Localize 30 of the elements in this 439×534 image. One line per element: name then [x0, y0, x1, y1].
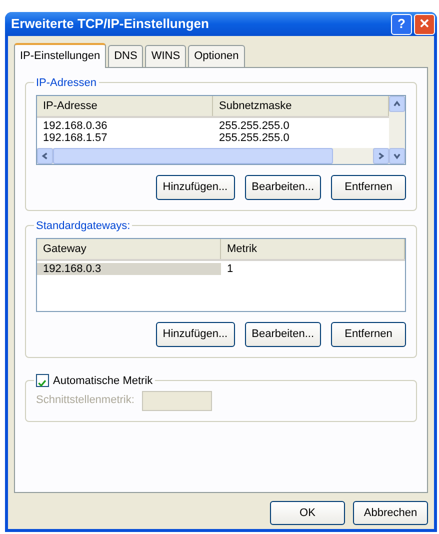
table-cell-text: 192.168.0.36 — [42, 120, 108, 132]
table-cell-text: 255.255.255.0 — [218, 120, 290, 132]
list-view[interactable]: Gateway Metrik 192.168.0.3 1 — [36, 238, 406, 312]
button[interactable]: Hinzufügen... — [156, 322, 235, 346]
table-cell: 192.168.0.3 — [37, 263, 221, 275]
window-title: Erweiterte TCP/IP-Einstellungen — [11, 15, 210, 34]
column-header[interactable]: Gateway — [37, 238, 221, 259]
button[interactable]: Entfernen — [331, 322, 406, 346]
tab[interactable]: Optionen — [188, 45, 245, 66]
button[interactable]: Abbrechen — [353, 500, 428, 525]
button[interactable]: Entfernen — [331, 175, 406, 200]
help-button[interactable]: ? — [391, 14, 412, 34]
button[interactable]: Bearbeiten... — [244, 322, 321, 346]
table-cell-text: 1 — [226, 263, 234, 275]
button[interactable]: OK — [270, 500, 345, 525]
close-button[interactable]: ✕ — [414, 14, 435, 34]
tab[interactable]: IP-Einstellungen — [14, 43, 106, 68]
tab[interactable]: DNS — [108, 45, 144, 66]
table-cell-text: 192.168.1.57 — [42, 132, 108, 144]
tab[interactable]: WINS — [145, 45, 186, 66]
checkbox-label: Automatische Metrik — [53, 374, 153, 388]
column-header[interactable]: Metrik — [221, 238, 405, 259]
column-header[interactable]: IP-Adresse — [37, 96, 213, 116]
checkbox[interactable] — [36, 374, 49, 388]
list-view[interactable]: IP-Adresse Subnetzmaske 192.168.0.36 255.255.255.0 192.168.1.57 255.255.255.0 — [36, 94, 406, 165]
button[interactable]: Hinzufügen... — [156, 175, 235, 200]
field-label: Schnittstellenmetrik: — [36, 393, 134, 408]
table-cell-text: 255.255.255.0 — [218, 132, 290, 144]
button[interactable]: Bearbeiten... — [244, 175, 321, 200]
scrollbar-thumb[interactable] — [53, 148, 333, 164]
